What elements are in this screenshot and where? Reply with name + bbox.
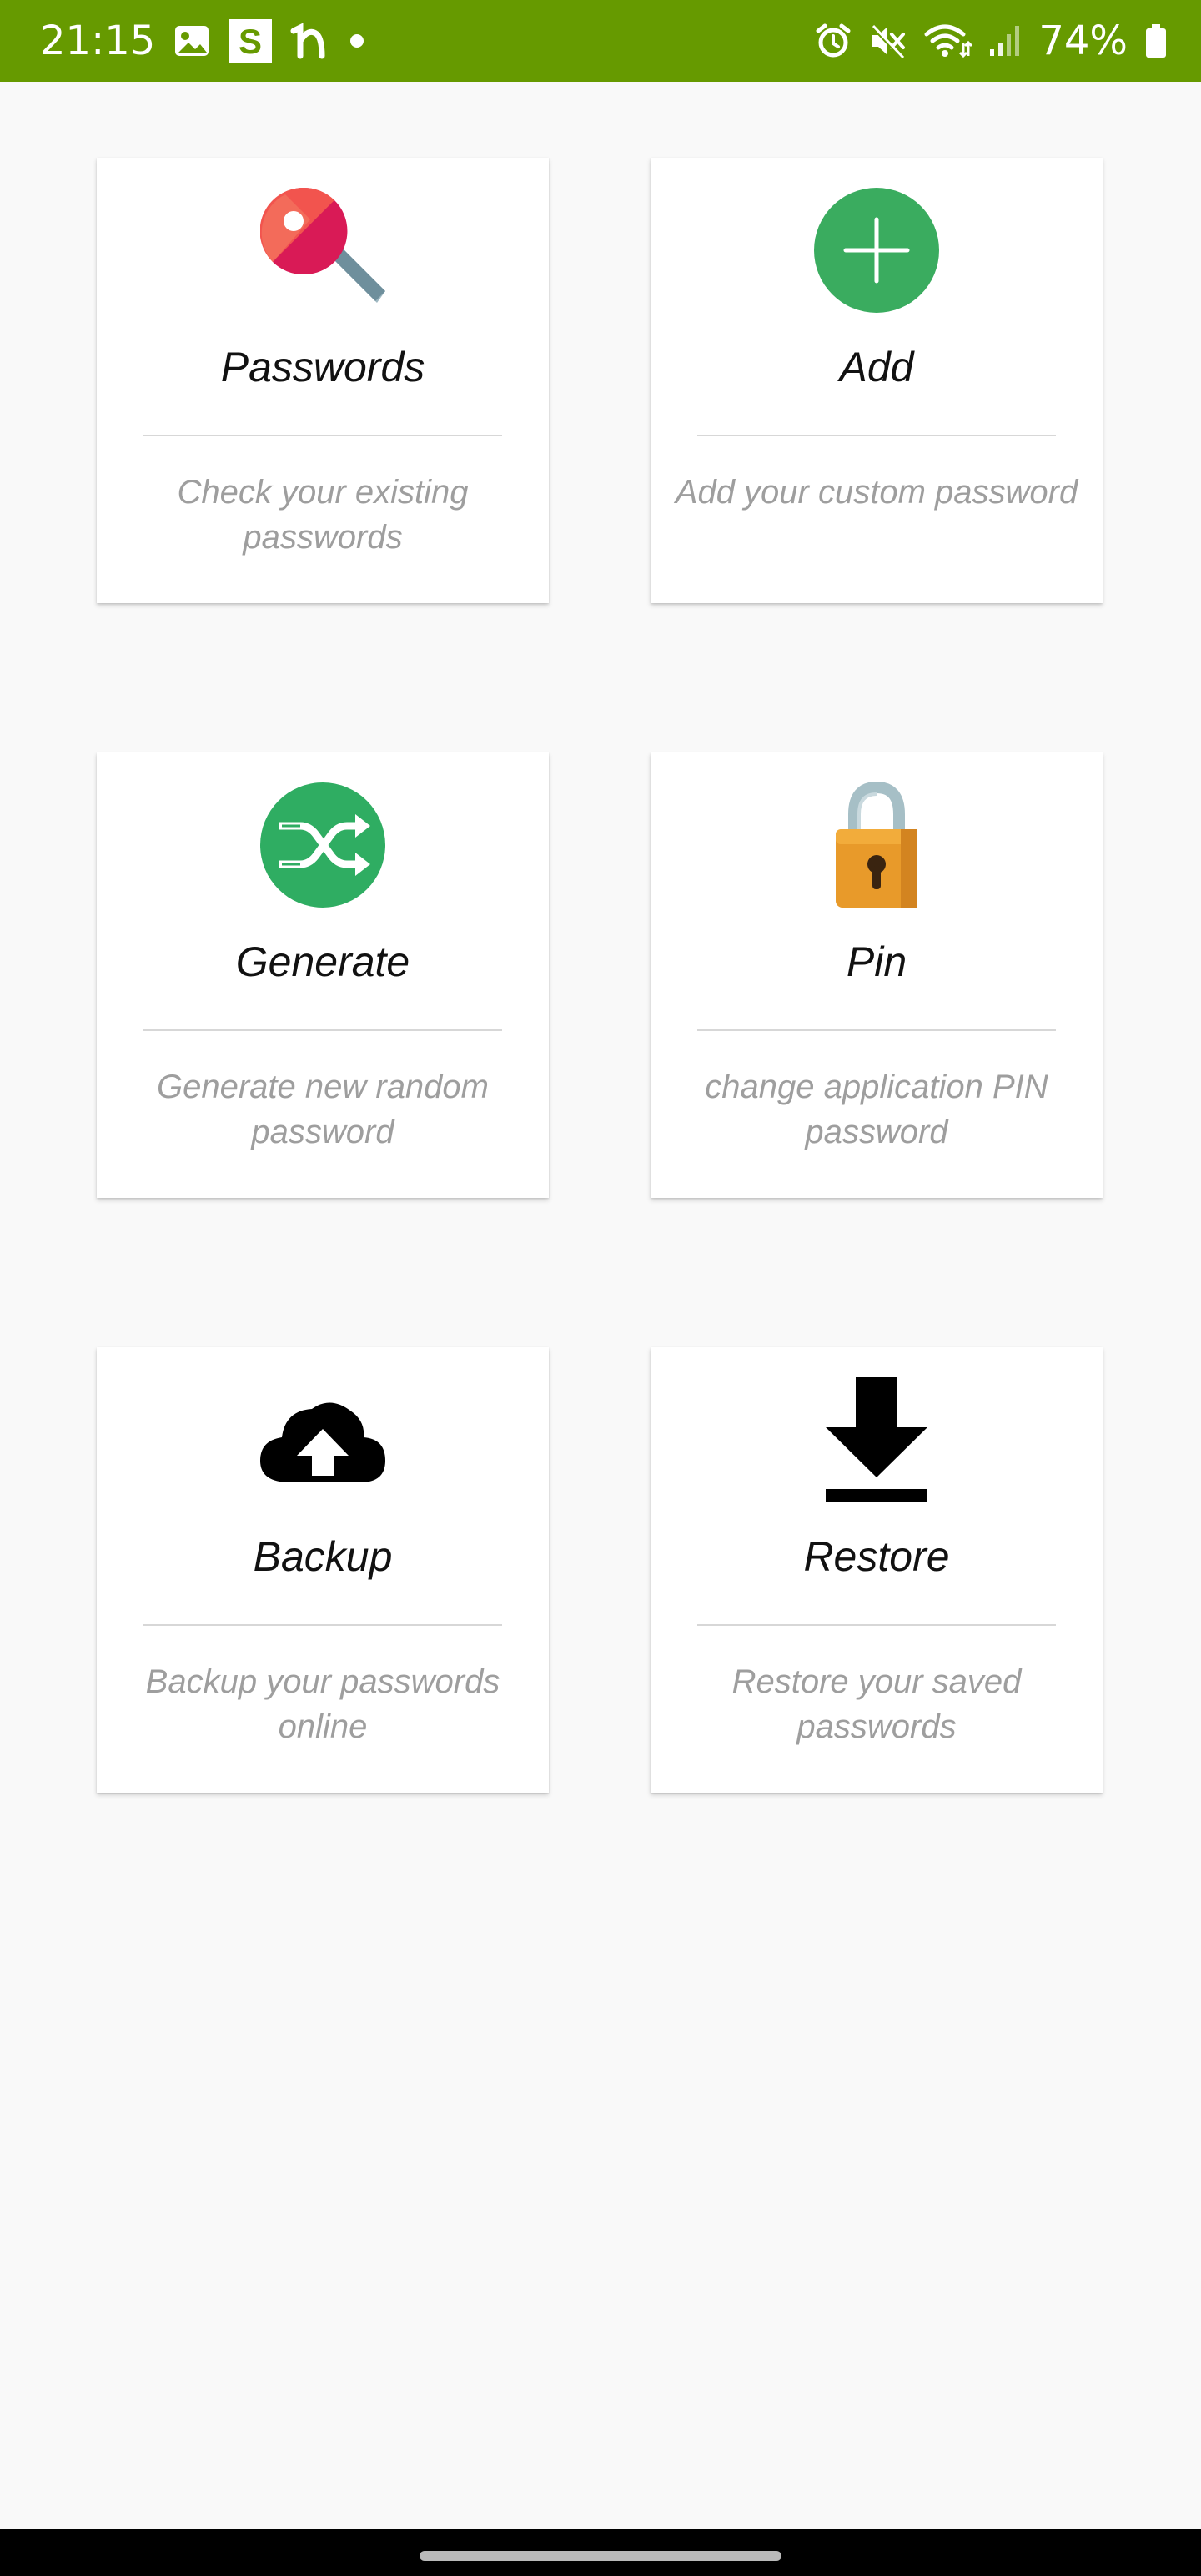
add-card[interactable]: Add Add your custom password xyxy=(651,158,1103,603)
signal-icon xyxy=(988,24,1022,58)
wifi-icon xyxy=(923,23,972,59)
alarm-icon xyxy=(815,23,852,59)
svg-text:S: S xyxy=(239,22,262,61)
card-title: Backup xyxy=(253,1533,393,1580)
shuffle-icon xyxy=(260,782,385,908)
card-description: change application PIN password xyxy=(705,1069,1048,1150)
status-right: 74% xyxy=(815,0,1168,82)
dot-icon xyxy=(349,33,365,49)
gallery-icon xyxy=(173,24,210,58)
card-title: Generate xyxy=(235,938,410,985)
status-left: 21:15 S xyxy=(40,0,365,82)
pin-card[interactable]: Pin change application PIN password xyxy=(651,752,1103,1198)
status-bar: 21:15 S 74% xyxy=(0,0,1201,82)
card-title: Pin xyxy=(846,938,907,985)
card-divider xyxy=(143,435,502,436)
card-divider xyxy=(697,435,1056,436)
battery-percentage: 74% xyxy=(1038,18,1128,64)
n-app-icon xyxy=(290,23,330,59)
padlock-icon xyxy=(814,781,939,908)
plus-circle-icon xyxy=(814,188,939,313)
card-divider xyxy=(143,1624,502,1626)
home-gesture-handle[interactable] xyxy=(420,2551,781,2561)
status-time: 21:15 xyxy=(40,18,156,64)
generate-card[interactable]: Generate Generate new random password xyxy=(97,752,549,1198)
passwords-card[interactable]: Passwords Check your existing passwords xyxy=(97,158,549,603)
card-divider xyxy=(697,1624,1056,1626)
battery-icon xyxy=(1144,23,1168,59)
mute-icon xyxy=(868,23,907,59)
card-description: Add your custom password xyxy=(675,474,1078,511)
card-description: Generate new random password xyxy=(156,1069,489,1150)
card-description: Check your existing passwords xyxy=(177,474,469,556)
download-icon xyxy=(814,1377,939,1502)
card-title: Restore xyxy=(803,1533,950,1580)
card-title: Passwords xyxy=(220,344,425,390)
cloud-upload-icon xyxy=(260,1377,385,1502)
key-icon xyxy=(259,187,385,313)
card-divider xyxy=(697,1029,1056,1031)
card-description: Backup your passwords online xyxy=(145,1663,500,1745)
card-divider xyxy=(143,1029,502,1031)
restore-card[interactable]: Restore Restore your saved passwords xyxy=(651,1347,1103,1793)
card-description: Restore your saved passwords xyxy=(731,1663,1022,1745)
s-app-icon: S xyxy=(229,19,273,63)
backup-card[interactable]: Backup Backup your passwords online xyxy=(97,1347,549,1793)
card-title: Add xyxy=(839,344,914,390)
